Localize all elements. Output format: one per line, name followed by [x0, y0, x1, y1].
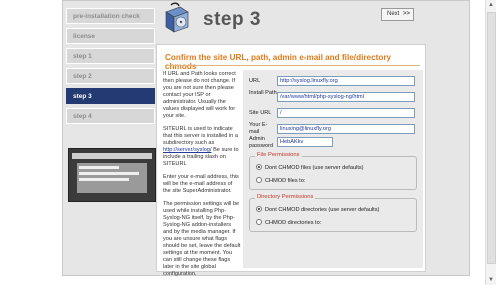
directory-permissions-legend: Directory Permissions [255, 194, 316, 200]
sidebar-item-label: step 4 [73, 113, 92, 120]
radio-checked-icon[interactable] [256, 164, 262, 170]
section-heading: Confirm the site URL, path, admin e-mail… [165, 53, 392, 71]
next-button[interactable]: Next >> [381, 8, 414, 21]
file-chmod-custom-label: CHMOD files to: [265, 178, 306, 184]
screenshot-thumbnail [68, 148, 156, 202]
directory-permissions-group: Directory Permissions Dont CHMOD directo… [249, 194, 417, 232]
file-permissions-legend: File Permissions [255, 152, 302, 158]
email-label: Your E-mail [249, 122, 268, 135]
divider [165, 65, 420, 66]
site-url-label: Site URL [249, 110, 272, 116]
help-paragraph: The permission settings will be used whi… [163, 201, 241, 277]
url-input[interactable]: http://syslog.linuxfly.org [277, 76, 415, 86]
scroll-up-arrow-icon[interactable]: ▲ [488, 2, 494, 8]
next-button-label: Next [387, 11, 400, 17]
dir-chmod-default-option[interactable]: Dont CHMOD directories (use server defau… [256, 206, 379, 213]
radio-checked-icon[interactable] [256, 206, 262, 212]
radio-unchecked-icon[interactable] [256, 219, 262, 225]
file-chmod-custom-option[interactable]: CHMOD files to: [256, 177, 305, 184]
radio-unchecked-icon[interactable] [256, 177, 262, 183]
sidebar-item-pre-installation-check[interactable]: pre-installation check [66, 8, 155, 24]
vertical-scrollbar[interactable]: ▲ ▼ [485, 0, 496, 285]
admin-password-input[interactable]: HebAKkv [277, 137, 333, 147]
page-title: step 3 [203, 9, 261, 30]
sidebar-item-step-2[interactable]: step 2 [66, 68, 155, 84]
dir-chmod-default-label: Dont CHMOD directories (use server defau… [265, 207, 380, 213]
sidebar: pre-installation check license step 1 st… [66, 8, 155, 128]
sidebar-item-step-3[interactable]: step 3 [66, 88, 155, 104]
file-chmod-default-option[interactable]: Dont CHMOD files (use server defaults) [256, 164, 364, 171]
site-url-input[interactable]: / [277, 108, 415, 118]
double-chevron-right-icon: >> [402, 11, 410, 17]
help-text: If URL and Path looks correct then pleas… [163, 71, 241, 284]
help-paragraph: Enter your e-mail address, this will be … [163, 174, 239, 194]
sidebar-item-label: pre-installation check [73, 13, 140, 20]
install-path-input[interactable]: /var/www/html/php-syslog-ng/html [277, 92, 415, 102]
install-path-label: Install Path [249, 90, 277, 96]
dir-chmod-custom-label: CHMOD directories to: [265, 220, 322, 226]
file-chmod-default-label: Dont CHMOD files (use server defaults) [265, 165, 364, 171]
example-url-link[interactable]: http://server/syslog/ [163, 147, 212, 153]
sidebar-item-label: license [73, 33, 96, 40]
sidebar-item-license[interactable]: license [66, 28, 155, 44]
sidebar-item-label: step 1 [73, 53, 92, 60]
sidebar-item-step-4[interactable]: step 4 [66, 108, 155, 124]
help-paragraph: If URL and Path looks correct then pleas… [163, 71, 236, 119]
dir-chmod-custom-option[interactable]: CHMOD directories to: [256, 219, 321, 226]
help-paragraph: SITEURL is used to indicate that this se… [163, 126, 241, 168]
scroll-down-arrow-icon[interactable]: ▼ [488, 277, 494, 283]
file-permissions-group: File Permissions Dont CHMOD files (use s… [249, 152, 417, 190]
admin-password-label: Admin password [249, 136, 273, 149]
sidebar-item-label: step 3 [73, 93, 92, 100]
scrollbar-thumb[interactable] [487, 12, 496, 264]
cd-box-logo-icon [162, 2, 192, 34]
email-input[interactable]: linuxing@linuxfly.org [277, 124, 415, 134]
sidebar-item-label: step 2 [73, 73, 92, 80]
settings-form: URL http://syslog.linuxfly.org Install P… [243, 70, 423, 268]
help-text-siteurl: SITEURL is used to indicate that this se… [163, 126, 238, 146]
url-label: URL [249, 78, 261, 84]
sidebar-item-step-1[interactable]: step 1 [66, 48, 155, 64]
